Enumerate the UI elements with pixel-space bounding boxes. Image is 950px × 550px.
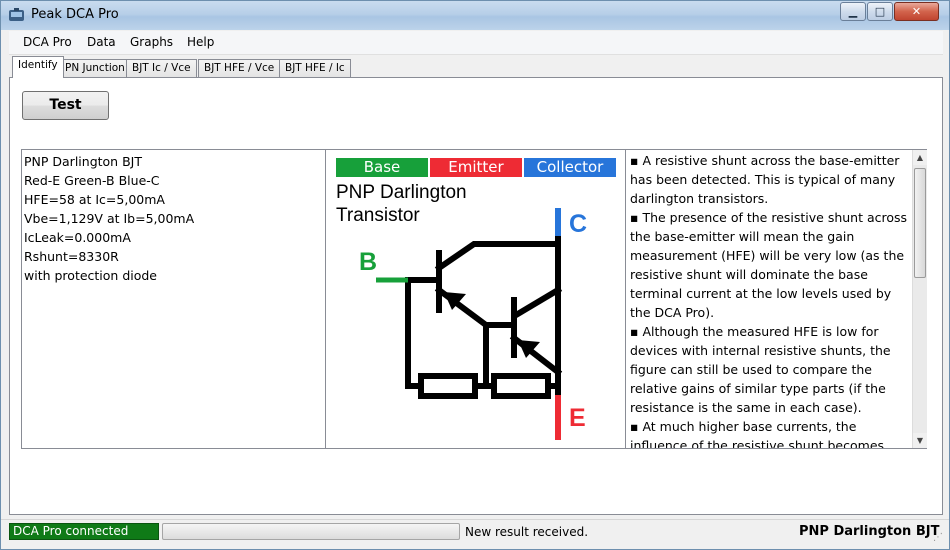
tab-bjt-ic-vce[interactable]: BJT Ic / Vce [126,59,197,78]
menu-data[interactable]: Data [87,35,116,49]
connection-status: DCA Pro connected [9,523,159,540]
close-button[interactable]: ✕ [894,2,939,21]
tab-bjt-hfe-ic[interactable]: BJT HFE / Ic [279,59,351,78]
maximize-button[interactable]: □ [867,2,893,21]
transistor-diagram: Base Emitter Collector PNP Darlington Tr… [326,150,626,448]
menu-dca-pro[interactable]: DCA Pro [23,35,72,49]
window-title: Peak DCA Pro [31,7,119,22]
component-info: PNP Darlington BJT Red-E Green-B Blue-C … [22,150,326,448]
title-bar[interactable]: Peak DCA Pro ▁ □ ✕ [1,1,949,30]
pin-b-label: B [359,248,377,276]
note-paragraph: ▪ The presence of the resistive shunt ac… [630,210,908,320]
menu-help[interactable]: Help [187,35,214,49]
scroll-up-icon[interactable]: ▲ [913,150,927,165]
tab-strip: Identify PN Junction BJT Ic / Vce BJT HF… [9,56,943,78]
info-line: with protection diode [24,268,158,283]
note-paragraph: ▪ Although the measured HFE is low for d… [630,324,891,415]
progress-bar [162,523,460,540]
identify-panel: Test PNP Darlington BJT Red-E Green-B Bl… [9,77,943,515]
status-bar: DCA Pro connected New result received. P… [1,519,949,549]
status-part-name: PNP Darlington BJT [799,524,940,539]
analysis-notes: ▪ A resistive shunt across the base-emit… [626,150,912,448]
app-window: Peak DCA Pro ▁ □ ✕ DCA Pro Data Graphs H… [0,0,950,550]
info-line: Vbe=1,129V at Ib=5,00mA [24,211,195,226]
scroll-thumb[interactable] [914,168,926,278]
info-line: Red-E Green-B Blue-C [24,173,160,188]
pin-e-label: E [569,404,586,432]
pin-c-label: C [569,210,587,238]
info-line: PNP Darlington BJT [24,154,142,169]
minimize-button[interactable]: ▁ [840,2,866,21]
menu-graphs[interactable]: Graphs [130,35,173,49]
tab-bjt-hfe-vce[interactable]: BJT HFE / Vce [198,59,281,78]
results-area: PNP Darlington BJT Red-E Green-B Blue-C … [21,149,927,449]
app-icon [9,8,24,21]
notes-scrollbar[interactable]: ▲ ▼ [912,150,927,448]
darlington-schematic: B C E [359,208,587,440]
scroll-down-icon[interactable]: ▼ [913,433,927,448]
note-paragraph: ▪ At much higher base currents, the infl… [630,419,885,448]
status-message: New result received. [465,525,589,539]
tab-pn-junction[interactable]: PN Junction [59,59,131,78]
note-paragraph: ▪ A resistive shunt across the base-emit… [630,153,900,206]
resize-grip-icon[interactable]: ⋰ [933,532,943,543]
info-line: HFE=58 at Ic=5,00mA [24,192,165,207]
tab-identify[interactable]: Identify [12,56,64,78]
info-line: IcLeak=0.000mA [24,230,131,245]
info-line: Rshunt=8330R [24,249,119,264]
test-button[interactable]: Test [22,91,109,120]
menu-bar: DCA Pro Data Graphs Help [9,31,943,55]
